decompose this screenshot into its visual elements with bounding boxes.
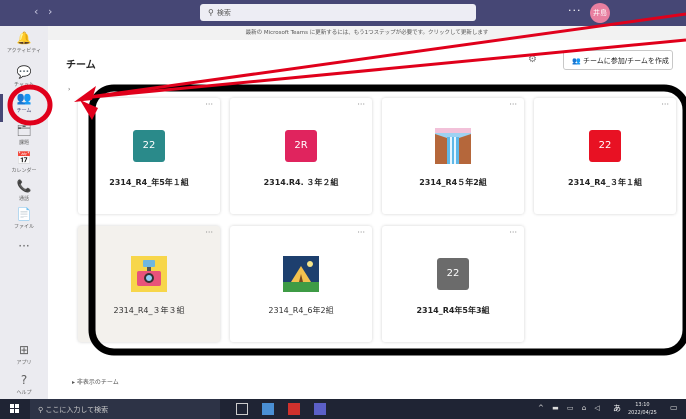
team-name: 2314_R4年5年3組 (416, 306, 490, 315)
card-more-icon[interactable]: ··· (357, 100, 365, 109)
ime-indicator[interactable]: あ (613, 403, 621, 414)
rail-label: カレンダー (11, 168, 37, 174)
rail-label: ヘルプ (16, 390, 32, 396)
assignments-icon: 🗂 (16, 123, 32, 137)
team-tile: 2R (285, 130, 317, 162)
back-arrow-icon[interactable]: ‹ (34, 5, 38, 18)
waterfall-image (435, 128, 471, 164)
taskbar-search-placeholder: ここに入力して検索 (45, 406, 109, 414)
update-notice[interactable]: 最新の Microsoft Teams に更新するには、もう1つステップが必要で… (48, 26, 686, 40)
card-more-icon[interactable]: ··· (509, 228, 517, 237)
rail-label: 通話 (18, 196, 29, 202)
search-box[interactable]: ⚲ 検索 (200, 4, 476, 21)
teams-taskbar-icon[interactable] (314, 403, 326, 415)
rail-label: チーム (16, 108, 32, 114)
rail-label: チャット (14, 82, 34, 88)
team-tile: 22 (437, 258, 469, 290)
taskbar: ⚲ ここに入力して検索 ^ ▬ ▭ ⌂ ◁ あ 13:10 2022/04/25… (0, 399, 686, 419)
team-tile: 22 (589, 130, 621, 162)
rail-label: アクティビティ (6, 48, 42, 54)
team-name: 2314_R4_年5年１組 (109, 178, 189, 187)
hidden-teams-toggle[interactable]: ▸ 非表示のチーム (72, 377, 119, 386)
app-icon[interactable] (288, 403, 300, 415)
team-card[interactable]: ··· 22 2314_R4_年5年１組 (78, 98, 220, 214)
bell-icon: 🔔 (16, 31, 32, 45)
search-placeholder: 検索 (216, 9, 231, 17)
team-tile: 22 (133, 130, 165, 162)
system-tray-icons[interactable]: ^ ▬ ▭ ⌂ ◁ (538, 404, 603, 412)
more-options-icon[interactable]: ··· (568, 4, 582, 17)
join-button-label: チームに参加/チームを作成 (582, 57, 669, 65)
team-name: 2314_R4_6年2組 (268, 306, 334, 315)
taskbar-search-input[interactable]: ⚲ ここに入力して検索 (30, 399, 220, 419)
search-icon: ⚲ (208, 8, 214, 17)
add-team-icon: 👥 (572, 57, 581, 65)
page-title: チーム (66, 60, 96, 71)
avatar[interactable]: 井島 (590, 3, 610, 23)
team-card[interactable]: ··· 22 2314_R4年5年3組 (382, 226, 524, 342)
card-more-icon[interactable]: ··· (205, 100, 213, 109)
camping-image (283, 256, 319, 292)
notification-icon[interactable]: ▭ (670, 403, 678, 412)
clock-time: 13:10 (635, 402, 650, 408)
apps-icon: ⊞ (18, 343, 30, 357)
rail-label: 課題 (18, 140, 29, 146)
team-name: 2314_R4_３年１組 (568, 178, 642, 187)
card-more-icon[interactable]: ··· (509, 100, 517, 109)
camera-image (131, 256, 167, 292)
teams-icon: 👥 (16, 91, 32, 105)
join-create-team-button[interactable]: 👥 チームに参加/チームを作成 (563, 50, 673, 70)
team-name: 2314.R4. ３年２組 (263, 178, 339, 187)
card-more-icon[interactable]: ··· (205, 228, 213, 237)
team-card[interactable]: ··· 2314_R4_6年2組 (230, 226, 372, 342)
windows-start-icon[interactable] (10, 404, 20, 414)
rail-label: アプリ (16, 360, 32, 366)
team-card[interactable]: ··· 2314_R4５年2組 (382, 98, 524, 214)
rail-item-more[interactable]: ··· (0, 238, 48, 276)
help-icon: ? (20, 373, 28, 387)
explorer-icon[interactable] (262, 403, 274, 415)
chat-icon: 💬 (16, 65, 32, 79)
title-bar: ‹ › ⚲ 検索 ··· 井島 (0, 0, 686, 26)
section-toggle-icon[interactable]: › (68, 86, 70, 93)
team-card[interactable]: ··· 22 2314_R4_３年１組 (534, 98, 676, 214)
more-icon: ··· (18, 239, 30, 253)
clock[interactable]: 13:10 2022/04/25 (628, 401, 657, 417)
team-card[interactable]: ··· 2314_R4_３年３組 (78, 226, 220, 342)
calendar-icon: 📅 (16, 151, 32, 165)
clock-date: 2022/04/25 (628, 410, 657, 416)
phone-icon: 📞 (16, 179, 32, 193)
rail-item-activity[interactable]: 🔔 アクティビティ (0, 30, 48, 68)
app-rail: 🔔 アクティビティ 💬 チャット 👥 チーム 🗂 課題 📅 カレンダー 📞 通話… (0, 26, 48, 399)
file-icon: 📄 (16, 207, 32, 221)
team-name: 2314_R4５年2組 (419, 178, 487, 187)
settings-icon[interactable]: ⚙ (528, 54, 537, 65)
forward-arrow-icon[interactable]: › (48, 5, 52, 18)
team-name: 2314_R4_３年３組 (113, 306, 185, 315)
card-more-icon[interactable]: ··· (357, 228, 365, 237)
task-view-icon[interactable] (236, 403, 248, 415)
team-card[interactable]: ··· 2R 2314.R4. ３年２組 (230, 98, 372, 214)
rail-label: ファイル (13, 224, 34, 230)
card-more-icon[interactable]: ··· (661, 100, 669, 109)
